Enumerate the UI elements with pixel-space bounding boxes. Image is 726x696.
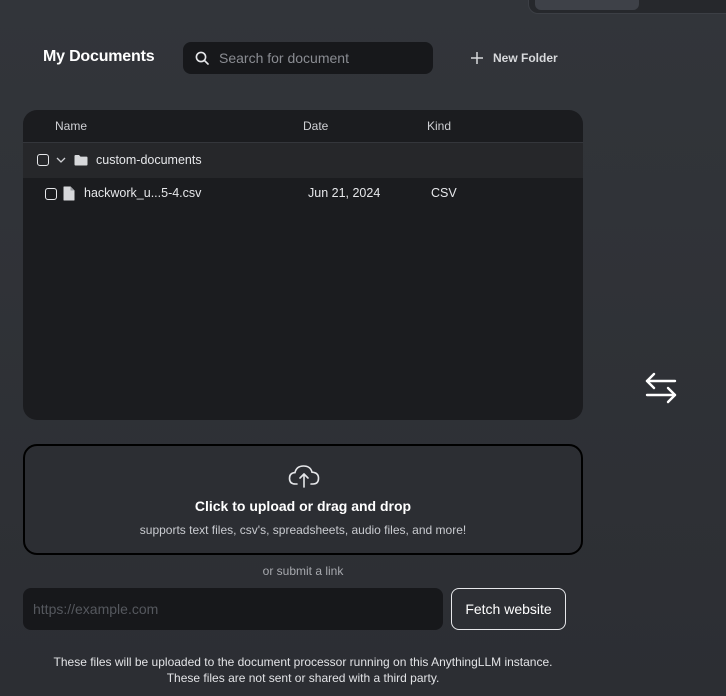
- upload-subtitle: supports text files, csv's, spreadsheets…: [139, 523, 467, 537]
- folder-name: custom-documents: [96, 153, 202, 167]
- fetch-website-button[interactable]: Fetch website: [451, 588, 566, 630]
- footer-line-1: These files will be uploaded to the docu…: [53, 655, 553, 669]
- folder-icon: [74, 155, 88, 166]
- url-input[interactable]: [23, 588, 443, 630]
- table-header: Name Date Kind: [23, 110, 583, 143]
- arrows-left-right-icon[interactable]: [644, 372, 678, 404]
- new-folder-button[interactable]: New Folder: [470, 48, 558, 68]
- page-title: My Documents: [43, 48, 155, 65]
- file-table: Name Date Kind custom-documents hackwork…: [23, 110, 583, 420]
- column-header-kind: Kind: [427, 119, 452, 133]
- search-box[interactable]: [183, 42, 433, 74]
- folder-checkbox[interactable]: [37, 154, 49, 166]
- file-checkbox[interactable]: [45, 188, 57, 200]
- file-icon: [63, 186, 75, 201]
- upload-drop-zone[interactable]: Click to upload or drag and drop support…: [23, 444, 583, 555]
- column-header-name: Name: [55, 119, 88, 133]
- footer-line-2: These files are not sent or shared with …: [166, 671, 440, 685]
- search-icon: [195, 51, 209, 65]
- document-manager: My Documents New Folder Name Date Kind: [0, 0, 726, 696]
- file-date: Jun 21, 2024: [308, 186, 381, 200]
- or-submit-link-label: or submit a link: [262, 564, 344, 578]
- plus-icon: [471, 52, 483, 64]
- top-tab-bar: [528, 0, 726, 14]
- chevron-down-icon[interactable]: [56, 156, 66, 164]
- file-row[interactable]: hackwork_u...5-4.csv Jun 21, 2024 CSV: [23, 178, 583, 213]
- top-tab-active[interactable]: [535, 0, 639, 10]
- search-input[interactable]: [219, 50, 419, 66]
- column-header-date: Date: [303, 119, 329, 133]
- upload-title: Click to upload or drag and drop: [194, 498, 412, 514]
- folder-row[interactable]: custom-documents: [23, 143, 583, 178]
- new-folder-label: New Folder: [493, 51, 558, 65]
- cloud-upload-icon: [288, 465, 320, 488]
- footer-notice: These files will be uploaded to the docu…: [0, 654, 606, 686]
- file-kind: CSV: [431, 186, 457, 200]
- file-name: hackwork_u...5-4.csv: [84, 186, 202, 200]
